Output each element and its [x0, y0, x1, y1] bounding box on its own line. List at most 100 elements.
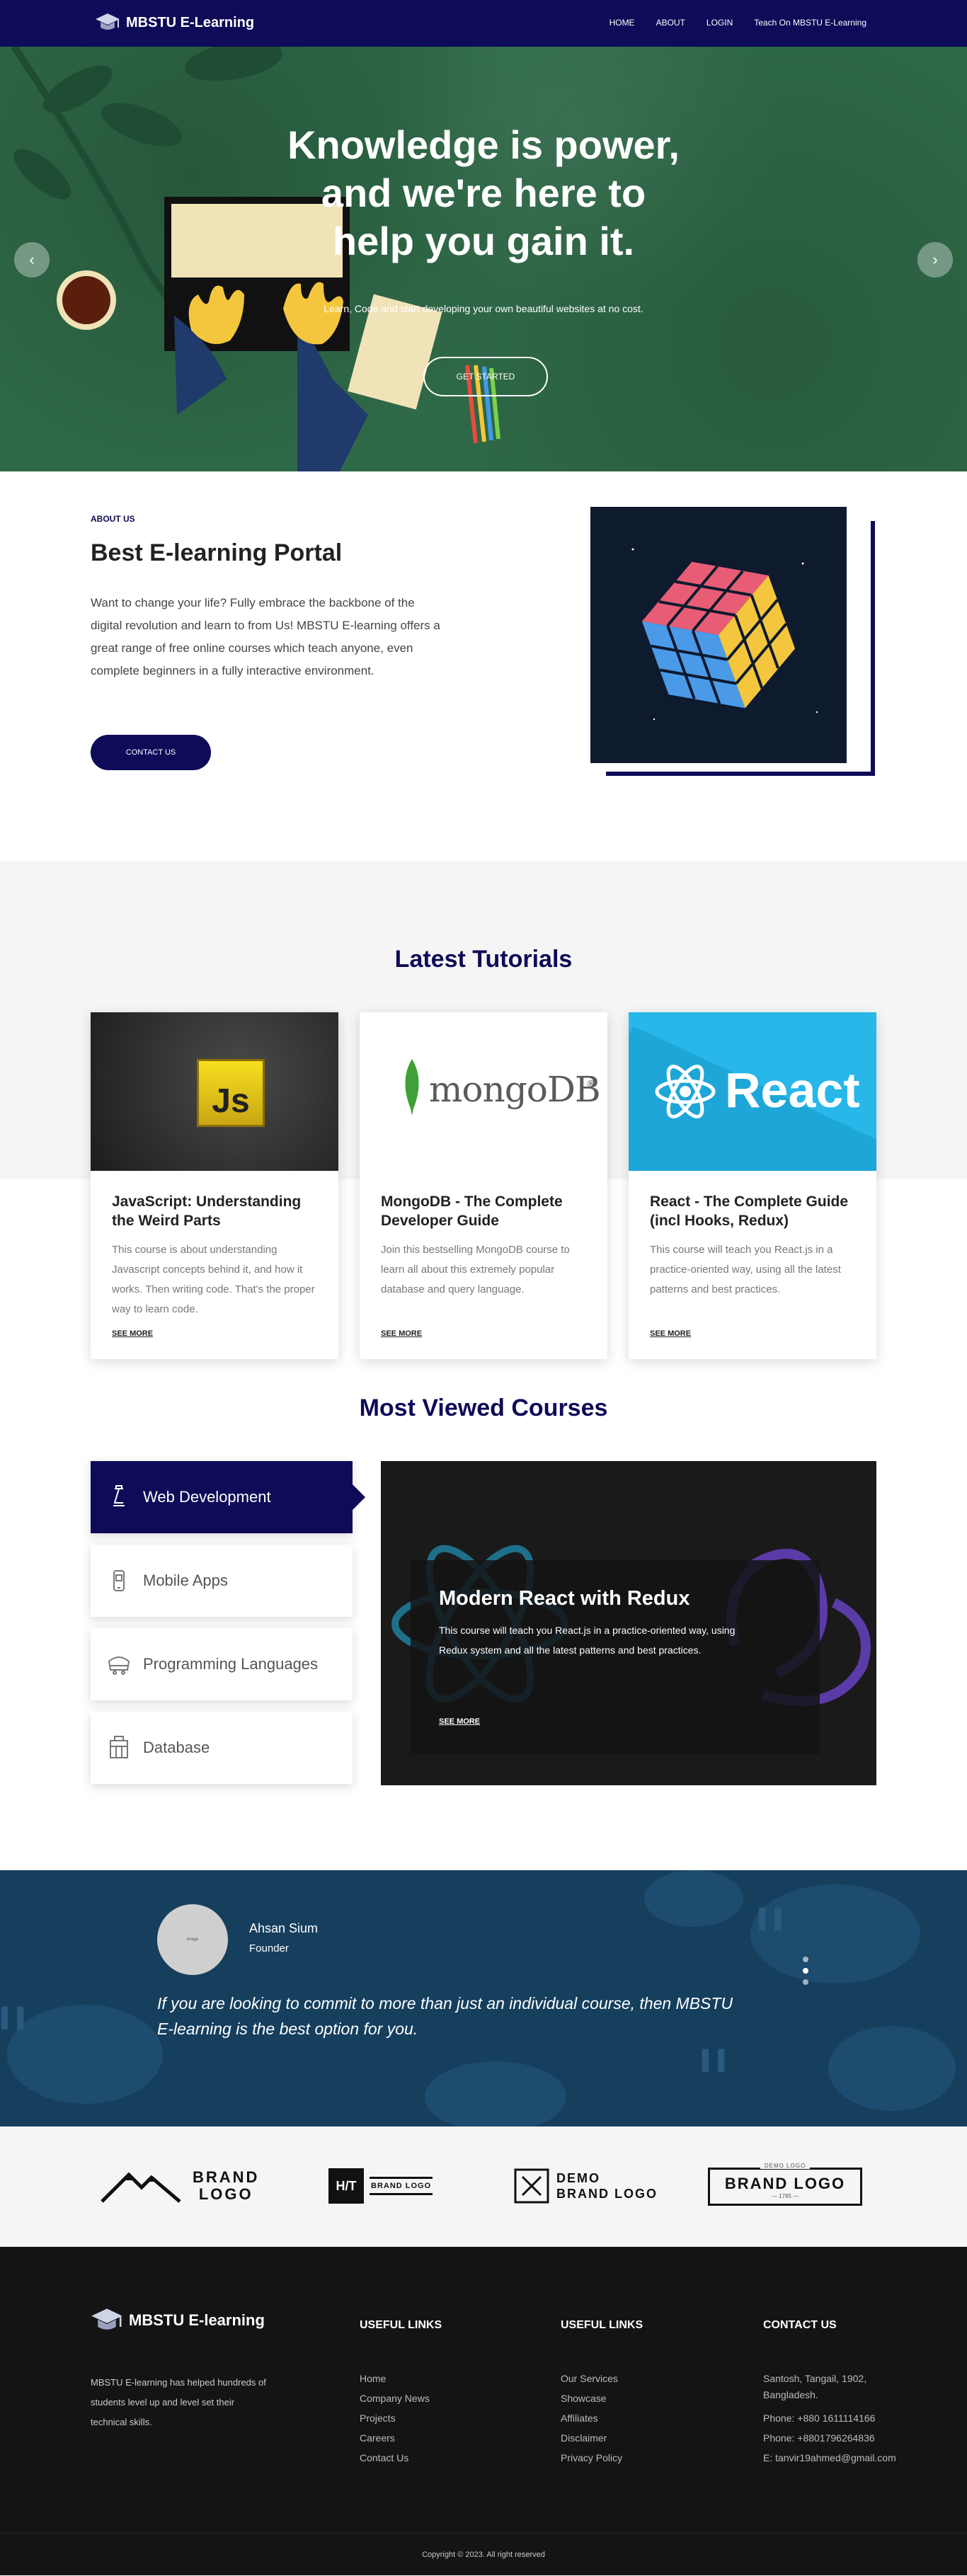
hero-headline-line-3: help you gain it. [332, 219, 635, 263]
footer-links-list-1: Home Company News Projects Careers Conta… [360, 2369, 430, 2468]
footer-links-title-1: USEFUL LINKS [360, 2319, 442, 2331]
brand-logo-mountain: BRAND LOGO [101, 2163, 259, 2209]
hero-headline: Knowledge is power, and we're here to he… [0, 121, 967, 265]
tutorial-card-title: JavaScript: Understanding the Weird Part… [112, 1193, 302, 1229]
brand-logo-text: DEMO LOGO [760, 2163, 811, 2169]
footer-phone-2[interactable]: Phone: +8801796264836 [763, 2428, 896, 2448]
brand-logo-text: BRAND LOGO [724, 2174, 846, 2192]
react-logo-text: React [725, 1063, 860, 1118]
footer-contact-title: CONTACT US [763, 2319, 837, 2331]
footer-address-line-2: Bangladesh. [763, 2389, 818, 2400]
tutorial-card-text: This course is about understanding Javas… [112, 1244, 315, 1315]
footer-brand[interactable]: MBSTU E-learning [91, 2306, 265, 2335]
tab-web-development[interactable]: Web Development [91, 1461, 365, 1533]
mongodb-leaf-icon [405, 1059, 419, 1116]
tutorial-card-javascript[interactable]: Js JavaScript: Understanding the Weird P… [91, 1012, 338, 1359]
tab-mobile-apps[interactable]: Mobile Apps [91, 1545, 353, 1617]
about-eyebrow: ABOUT US [91, 514, 135, 524]
footer-link-careers[interactable]: Careers [360, 2428, 430, 2448]
graduation-cap-icon [96, 13, 120, 30]
footer-link-affiliates[interactable]: Affiliates [561, 2408, 622, 2428]
footer-about-text: MBSTU E-learning has helped hundreds of … [91, 2377, 266, 2427]
most-viewed-title: Most Viewed Courses [359, 1395, 608, 1421]
course-preview-overlay: Modern React with Redux This course will… [411, 1560, 820, 1754]
footer-link-company-news[interactable]: Company News [360, 2388, 430, 2408]
see-more-link[interactable]: SEE MORE [650, 1329, 691, 1338]
contact-us-button[interactable]: CONTACT US [91, 735, 211, 770]
nav-link-teach[interactable]: Teach On MBSTU E-Learning [754, 18, 866, 28]
footer-link-home[interactable]: Home [360, 2369, 430, 2388]
see-more-link[interactable]: SEE MORE [112, 1329, 153, 1338]
about-text: Want to change your life? Fully embrace … [91, 596, 440, 677]
pagination-dot-active[interactable] [803, 1968, 808, 1974]
nav-link-login[interactable]: LOGIN [706, 18, 733, 28]
database-icon [110, 1736, 128, 1758]
pagination-dot[interactable] [803, 1957, 808, 1962]
course-preview-panel[interactable]: Modern React with Redux This course will… [381, 1461, 876, 1785]
tutorial-card-text: Join this bestselling MongoDB course to … [381, 1244, 570, 1295]
nav-link-home[interactable]: HOME [610, 18, 635, 28]
tab-label: Web Development [143, 1488, 271, 1506]
svg-text:": " [0, 1991, 32, 2089]
footer-links-list-2: Our Services Showcase Affiliates Disclai… [561, 2369, 622, 2468]
tab-label: Programming Languages [143, 1655, 319, 1673]
top-navbar: MBSTU E-Learning HOME ABOUT LOGIN Teach … [0, 0, 967, 47]
hero-subtitle: Learn, Code and start developing your ow… [324, 303, 643, 314]
tutorial-card-mongodb[interactable]: mongoDB ® MongoDB - The Complete Develop… [360, 1012, 607, 1359]
js-logo-icon: Js [197, 1059, 265, 1127]
course-preview-title: Modern React with Redux [439, 1587, 690, 1610]
slider-next-button[interactable]: › [917, 242, 953, 277]
svg-text:": " [694, 2033, 733, 2126]
footer-link-disclaimer[interactable]: Disclaimer [561, 2428, 622, 2448]
footer-link-our-services[interactable]: Our Services [561, 2369, 622, 2388]
testimonial-section: " " " image Ahsan Sium Founder If you ar… [0, 1870, 967, 2126]
footer-link-contact-us[interactable]: Contact Us [360, 2448, 430, 2468]
nav-brand-text: MBSTU E-Learning [126, 14, 255, 30]
mongodb-thumbnail: mongoDB ® [360, 1012, 607, 1171]
tutorial-card-react[interactable]: React React - The Complete Guide (incl H… [629, 1012, 876, 1359]
brand-logo-text: LOGO [198, 2185, 253, 2203]
pagination-dot[interactable] [803, 1979, 808, 1985]
mountain-logo-icon [101, 2172, 181, 2203]
see-more-link[interactable]: SEE MORE [439, 1717, 480, 1726]
slider-prev-button[interactable]: ‹ [14, 242, 50, 277]
nav-links: HOME ABOUT LOGIN Teach On MBSTU E-Learni… [610, 18, 866, 28]
about-image-rubiks-cube [590, 507, 847, 763]
hero-headline-line-1: Knowledge is power, [287, 122, 680, 167]
ht-mark-icon: H/T [328, 2168, 364, 2204]
copyright-bar: Copyright © 2023. All right reserved [0, 2533, 967, 2575]
cross-box-logo-icon [514, 2168, 549, 2204]
nav-brand[interactable]: MBSTU E-Learning [95, 12, 254, 33]
footer-link-projects[interactable]: Projects [360, 2408, 430, 2428]
see-more-link[interactable]: SEE MORE [381, 1329, 422, 1338]
tab-label: Database [143, 1739, 210, 1756]
footer-contact-info: Santosh, Tangail, 1902, Bangladesh. Phon… [763, 2369, 896, 2468]
testimonial-name: Ahsan Sium [249, 1921, 319, 1935]
footer-email[interactable]: E: tanvir19ahmed@gmail.com [763, 2448, 896, 2468]
tutorials-title: Latest Tutorials [394, 946, 573, 973]
brand-logo-text: BRAND LOGO [370, 2177, 433, 2195]
rubiks-cube-icon [631, 548, 818, 721]
tab-programming-languages[interactable]: Programming Languages [91, 1628, 353, 1700]
hero-headline-line-2: and we're here to [321, 171, 646, 215]
footer-brand-text: MBSTU E-learning [129, 2311, 265, 2329]
react-atom-icon [655, 1065, 716, 1118]
avatar: image [157, 1904, 228, 1975]
testimonial-quote: If you are looking to commit to more tha… [157, 1994, 733, 2038]
chevron-right-icon: › [932, 251, 938, 268]
nav-link-about[interactable]: ABOUT [656, 18, 685, 28]
testimonial-role: Founder [249, 1942, 289, 1954]
brand-logo-ht: H/T BRAND LOGO [328, 2163, 433, 2209]
brand-logo-demo: DEMO BRAND LOGO [514, 2163, 658, 2209]
hero-slider: Knowledge is power, and we're here to he… [0, 47, 967, 471]
tab-database[interactable]: Database [91, 1712, 353, 1784]
footer-phone-1[interactable]: Phone: +880 1611114166 [763, 2408, 896, 2428]
footer-link-showcase[interactable]: Showcase [561, 2388, 622, 2408]
get-started-button[interactable]: GET STARTED [423, 357, 548, 396]
chevron-left-icon: ‹ [29, 251, 35, 268]
brand-logos-strip: BRAND LOGO H/T BRAND LOGO DEMO BRAND LOG… [0, 2126, 967, 2247]
mongodb-registered-mark: ® [586, 1079, 596, 1090]
mongodb-logo-text: mongoDB [429, 1069, 601, 1110]
tab-label: Mobile Apps [143, 1572, 228, 1589]
footer-link-privacy-policy[interactable]: Privacy Policy [561, 2448, 622, 2468]
